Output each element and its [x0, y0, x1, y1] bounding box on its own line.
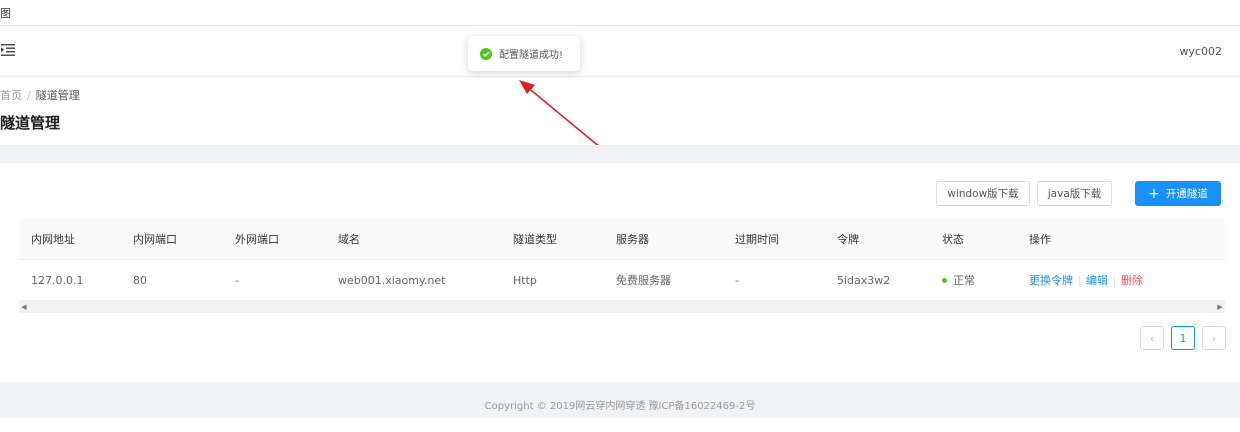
- content-divider: [0, 145, 1240, 163]
- cell-domain: web001.xiaomy.net: [338, 274, 446, 287]
- cell-tunnel-type: Http: [513, 274, 537, 287]
- chevron-left-icon: ‹: [1149, 331, 1155, 345]
- tunnel-table: 内网地址 内网端口 外网端口 域名 隧道类型 服务器 过期时间 令牌 状态 操作…: [19, 219, 1225, 301]
- open-tunnel-label: 开通隧道: [1165, 188, 1208, 200]
- column-header: 令牌: [837, 233, 859, 246]
- cell-internal-port: 80: [133, 274, 147, 287]
- chevron-right-icon: ›: [1211, 331, 1217, 345]
- window-download-button[interactable]: window版下载: [936, 181, 1030, 206]
- status-text: 正常: [953, 274, 975, 287]
- check-circle-icon: [480, 47, 492, 60]
- column-header: 内网端口: [133, 233, 177, 246]
- column-header: 操作: [1029, 233, 1051, 246]
- app-header: wyc002: [0, 26, 1240, 77]
- next-page-button[interactable]: ›: [1202, 326, 1226, 350]
- top-strip: 图: [0, 0, 1240, 26]
- table-row: 127.0.0.1 80 - web001.xiaomy.net Http 免费…: [19, 260, 1225, 301]
- edit-link[interactable]: 编辑: [1086, 274, 1108, 287]
- prev-page-button[interactable]: ‹: [1140, 326, 1164, 350]
- action-divider: [1079, 276, 1080, 286]
- column-header: 状态: [942, 233, 964, 246]
- footer-copyright: Copyright © 2019网云穿内网穿透 豫ICP备16022469-2号: [484, 401, 756, 412]
- window-download-label: window版下载: [947, 188, 1019, 200]
- table-header: 内网地址 内网端口 外网端口 域名 隧道类型 服务器 过期时间 令牌 状态 操作: [19, 219, 1225, 260]
- cell-token: 5idax3w2: [837, 274, 891, 287]
- action-divider: [1114, 276, 1115, 286]
- menu-fold-icon[interactable]: [1, 44, 15, 56]
- breadcrumb-home[interactable]: 首页: [0, 89, 22, 102]
- cell-actions: 更换令牌 编辑 删除: [1029, 260, 1143, 301]
- change-token-link[interactable]: 更换令牌: [1029, 274, 1073, 287]
- page-1-button[interactable]: 1: [1171, 326, 1195, 350]
- column-header: 过期时间: [735, 233, 779, 246]
- cell-internal-address: 127.0.0.1: [31, 274, 84, 287]
- cell-server: 免费服务器: [616, 274, 671, 287]
- cell-expire-time: -: [735, 274, 739, 287]
- toast-message: 配置隧道成功!: [499, 50, 564, 61]
- column-header: 外网端口: [235, 233, 279, 246]
- column-header: 服务器: [616, 233, 649, 246]
- breadcrumb: 首页 / 隧道管理: [0, 87, 80, 103]
- breadcrumb-separator: /: [27, 89, 31, 102]
- open-tunnel-button[interactable]: + 开通隧道: [1135, 181, 1221, 206]
- username[interactable]: wyc002: [1179, 45, 1222, 58]
- horizontal-scrollbar[interactable]: ◀ ▶: [19, 301, 1225, 313]
- column-header: 域名: [338, 233, 360, 246]
- cell-status: 正常: [942, 260, 975, 301]
- page-number: 1: [1179, 331, 1187, 345]
- plus-icon: +: [1148, 185, 1160, 202]
- breadcrumb-current: 隧道管理: [35, 89, 80, 102]
- status-dot-icon: [942, 277, 947, 283]
- column-header: 内网地址: [31, 233, 75, 246]
- scroll-left-icon[interactable]: ◀: [19, 301, 29, 313]
- annotation-arrow: [519, 80, 602, 149]
- java-download-label: java版下载: [1047, 188, 1102, 200]
- success-toast: 配置隧道成功!: [468, 36, 580, 71]
- cell-external-port: -: [235, 274, 239, 287]
- delete-link[interactable]: 删除: [1121, 274, 1143, 287]
- page-title: 隧道管理: [0, 114, 61, 132]
- top-strip-text: 图: [0, 7, 11, 20]
- java-download-button[interactable]: java版下载: [1037, 181, 1112, 206]
- scroll-right-icon[interactable]: ▶: [1215, 301, 1225, 313]
- footer: Copyright © 2019网云穿内网穿透 豫ICP备16022469-2号: [0, 382, 1240, 418]
- column-header: 隧道类型: [513, 233, 557, 246]
